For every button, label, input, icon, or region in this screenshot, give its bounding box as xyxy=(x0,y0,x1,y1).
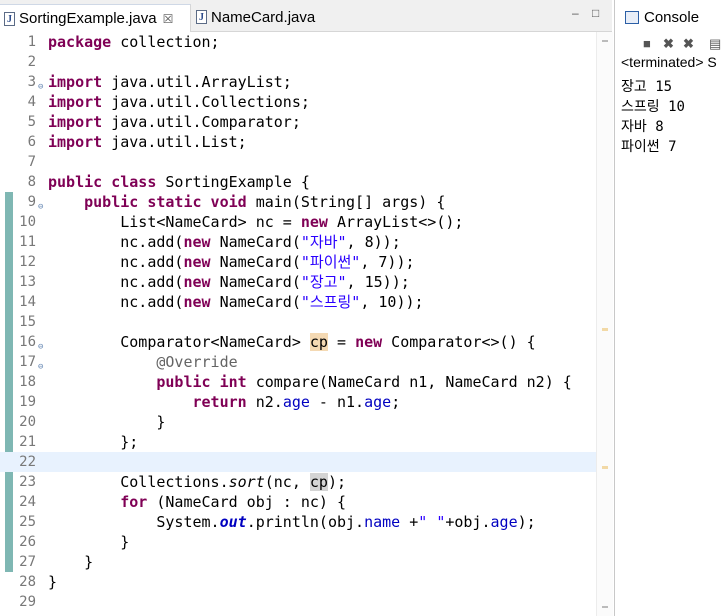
line-number: 9 xyxy=(27,194,36,210)
line-number: 20 xyxy=(19,414,36,430)
string-literal: "자바" xyxy=(300,233,347,251)
string-literal: "파이썬" xyxy=(300,253,361,271)
editor-tab-bar: J SortingExample.java ☒ J NameCard.java … xyxy=(0,0,612,32)
console-title: Console xyxy=(644,8,700,26)
line-number: 18 xyxy=(19,374,36,390)
console-status: <terminated> S xyxy=(621,54,717,70)
string-literal: " " xyxy=(418,513,446,531)
maximize-icon[interactable]: □ xyxy=(592,6,599,20)
line-number: 3 xyxy=(27,74,36,90)
ruler-mark xyxy=(602,606,608,608)
console-output-line: 자바 8 xyxy=(621,119,664,135)
java-file-icon: J xyxy=(4,11,15,26)
line-number: 23 xyxy=(19,474,36,490)
tab-label: SortingExample.java xyxy=(19,10,157,27)
overview-ruler[interactable] xyxy=(596,32,613,616)
line-number: 25 xyxy=(19,514,36,530)
remove-all-icon[interactable]: ✖ xyxy=(683,36,694,52)
java-file-icon: J xyxy=(196,10,207,24)
line-number: 5 xyxy=(27,114,36,130)
line-number: 19 xyxy=(19,394,36,410)
line-number: 26 xyxy=(19,534,36,550)
tab-sorting-example[interactable]: J SortingExample.java ☒ xyxy=(0,4,191,32)
remove-launch-icon[interactable]: ✖ xyxy=(663,36,674,52)
code-area[interactable]: 1 package collection; 2 3 ⊖ import java.uti… xyxy=(0,32,596,612)
tab-namecard[interactable]: J NameCard.java xyxy=(192,4,332,30)
line-number: 11 xyxy=(19,234,36,250)
line-number: 12 xyxy=(19,254,36,270)
tab-console[interactable]: Console xyxy=(615,4,726,30)
line-number: 4 xyxy=(27,94,36,110)
console-output-line: 스프링 10 xyxy=(621,99,685,115)
line-number: 8 xyxy=(27,174,36,190)
line-number: 1 xyxy=(27,34,36,50)
line-number: 10 xyxy=(19,214,36,230)
clear-console-icon[interactable]: ▤ xyxy=(709,36,721,52)
console-output-line: 장고 15 xyxy=(621,79,673,95)
line-number: 6 xyxy=(27,134,36,150)
close-icon[interactable]: ☒ xyxy=(163,12,174,26)
console-output-line: 파이썬 7 xyxy=(621,139,677,155)
console-icon xyxy=(625,10,639,24)
line-number: 15 xyxy=(19,314,36,330)
tab-label: NameCard.java xyxy=(211,8,316,26)
ruler-mark xyxy=(602,328,608,331)
line-number: 27 xyxy=(19,554,36,570)
ruler-mark xyxy=(602,466,608,469)
line-number: 7 xyxy=(27,154,36,170)
line-number: 24 xyxy=(19,494,36,510)
terminate-icon[interactable]: ■ xyxy=(643,36,651,51)
editor-pane: J SortingExample.java ☒ J NameCard.java … xyxy=(0,0,613,616)
line-number: 21 xyxy=(19,434,36,450)
line-number: 28 xyxy=(19,574,36,590)
line-number: 16 xyxy=(19,334,36,350)
line-number: 14 xyxy=(19,294,36,310)
ruler-mark xyxy=(602,40,608,42)
line-number: 13 xyxy=(19,274,36,290)
string-literal: "스프링" xyxy=(300,293,361,311)
console-pane: Console ■ ✖ ✖ ▤ <terminated> S 장고 15 스프링… xyxy=(614,0,726,616)
string-literal: "장고" xyxy=(300,273,347,291)
line-number: 29 xyxy=(19,594,36,610)
line-number: 17 xyxy=(19,354,36,370)
line-number: 2 xyxy=(27,54,36,70)
minimize-icon[interactable]: – xyxy=(572,6,579,20)
line-number: 22 xyxy=(19,454,36,470)
